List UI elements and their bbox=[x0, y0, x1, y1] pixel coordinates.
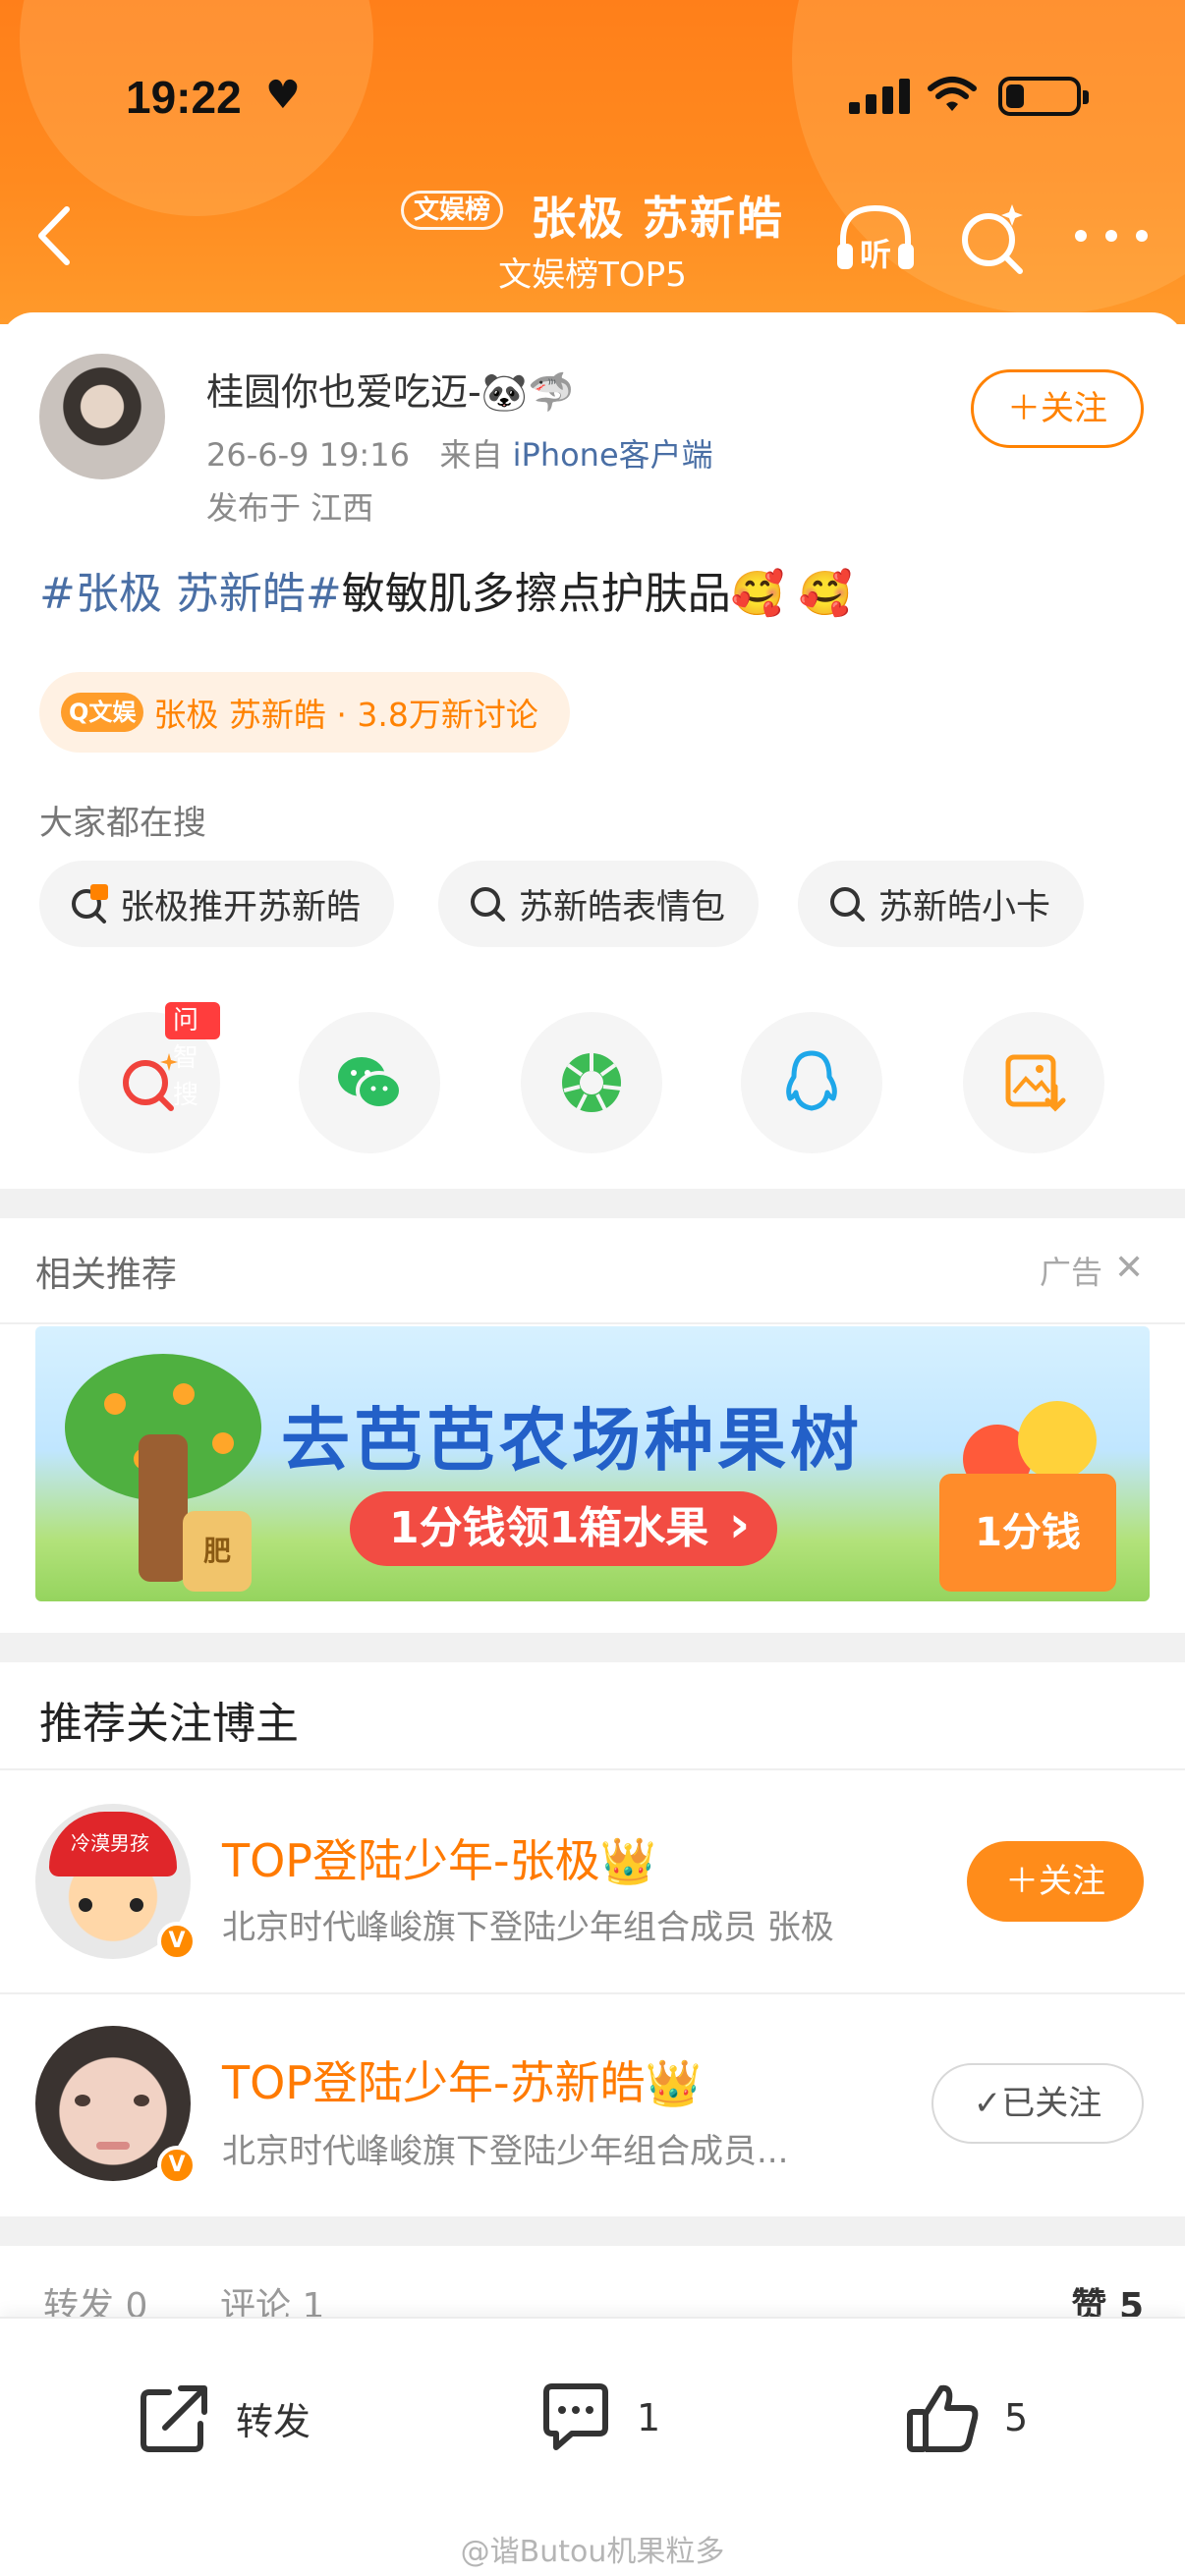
recommend-bloggers-title: 推荐关注博主 bbox=[39, 1699, 299, 1749]
svg-text:听: 听 bbox=[860, 236, 891, 273]
topic-chip[interactable]: Q文娱 张极 苏新皓 · 3.8万新讨论 bbox=[39, 672, 570, 753]
thumbs-up-icon bbox=[907, 2384, 979, 2452]
section-divider bbox=[0, 1633, 1185, 1662]
like-button[interactable]: 5 bbox=[904, 2374, 1028, 2462]
section-divider bbox=[0, 2216, 1185, 2246]
like-count-label: 5 bbox=[1004, 2396, 1029, 2439]
headphones-icon[interactable]: 听 bbox=[833, 202, 918, 275]
post-date: 26-6-9 19:16 bbox=[206, 436, 410, 474]
post-body: #张极 苏新皓#敏敏肌多擦点护肤品🥰 🥰 bbox=[39, 558, 852, 621]
author-name[interactable]: 桂圆你也爱吃迈-🐼🦈 bbox=[206, 362, 574, 416]
ask-search-badge: 问智搜 bbox=[165, 1002, 220, 1110]
page-title: 张极 苏新皓 bbox=[531, 192, 785, 245]
search-suggestion-label: 张极推开苏新皓 bbox=[120, 887, 362, 927]
ad-label: 广告 bbox=[1040, 1254, 1103, 1291]
ranking-badge: 文娱榜 bbox=[401, 191, 504, 230]
wechat-share-button[interactable] bbox=[299, 1012, 440, 1153]
search-icon[interactable] bbox=[957, 198, 1028, 277]
save-image-icon bbox=[1005, 1054, 1066, 1112]
fruit-box: 1分钱 bbox=[939, 1474, 1116, 1592]
fruit-illustration bbox=[1018, 1401, 1097, 1480]
search-icon bbox=[471, 887, 505, 922]
blogger-name[interactable]: TOP登陆少年-苏新皓👑 bbox=[222, 2047, 702, 2112]
signal-icon bbox=[849, 79, 910, 114]
verified-badge: V bbox=[157, 1922, 197, 1961]
hot-search-icon bbox=[72, 884, 108, 924]
followed-button[interactable]: ✓已关注 bbox=[931, 2063, 1144, 2144]
post-location: 发布于 江西 bbox=[206, 489, 374, 527]
ad-cta-button[interactable]: 1分钱领1箱水果 bbox=[350, 1487, 778, 1566]
search-suggestion[interactable]: 苏新皓小卡 bbox=[798, 861, 1085, 947]
search-suggestion[interactable]: 苏新皓表情包 bbox=[438, 861, 760, 947]
search-suggestion[interactable]: 张极推开苏新皓 bbox=[39, 861, 395, 947]
divider bbox=[0, 1992, 1185, 1994]
battery-icon bbox=[998, 77, 1089, 116]
trending-search-title: 大家都在搜 bbox=[39, 804, 206, 843]
fertilizer-bag: 肥 bbox=[183, 1511, 252, 1592]
divider bbox=[0, 1768, 1185, 1770]
like-count[interactable]: 赞 5 bbox=[1071, 2277, 1144, 2319]
blogger-description: 北京时代峰峻旗下登陆少年组合成员... bbox=[222, 2132, 789, 2171]
post-card: 桂圆你也爱吃迈-🐼🦈 26-6-9 19:16 来自 iPhone客户端 发布于… bbox=[0, 312, 1185, 1189]
recommend-title: 相关推荐 bbox=[35, 1255, 178, 1295]
qq-icon bbox=[786, 1050, 837, 1111]
topic-logo: Q文娱 bbox=[61, 693, 144, 732]
repost-button[interactable]: 转发 bbox=[136, 2374, 310, 2462]
comment-count-label: 1 bbox=[637, 2396, 661, 2439]
follow-author-button[interactable]: ＋关注 bbox=[971, 369, 1144, 448]
hashtag-link[interactable]: #张极 苏新皓# bbox=[39, 569, 342, 619]
client-link[interactable]: iPhone客户端 bbox=[513, 436, 713, 474]
repost-count[interactable]: 转发 0 bbox=[43, 2277, 147, 2319]
blogger-name[interactable]: TOP登陆少年-张极👑 bbox=[222, 1825, 656, 1890]
post-meta: 26-6-9 19:16 来自 iPhone客户端 bbox=[206, 430, 713, 476]
moments-share-button[interactable] bbox=[521, 1012, 662, 1153]
status-time: 19:22 bbox=[126, 72, 242, 123]
stats-row: 转发 0 评论 1 赞 5 bbox=[0, 2250, 1185, 2319]
top-header: 19:22 ♥ 文娱榜 张极 苏新皓 文娱榜TOP5 听 bbox=[0, 0, 1185, 324]
ad-banner[interactable]: 肥 去芭芭农场种果树 1分钱领1箱水果 1分钱 bbox=[35, 1326, 1150, 1601]
follow-blogger-button[interactable]: ＋关注 bbox=[967, 1841, 1144, 1922]
blogger-description: 北京时代峰峻旗下登陆少年组合成员 张极 bbox=[222, 1908, 834, 1947]
tree-trunk bbox=[139, 1434, 188, 1582]
author-avatar[interactable] bbox=[39, 354, 165, 479]
topic-label: 张极 苏新皓 · 3.8万新讨论 bbox=[153, 696, 538, 734]
search-suggestion-label: 苏新皓小卡 bbox=[878, 887, 1051, 927]
divider bbox=[0, 1322, 1185, 1324]
post-text: 敏敏肌多擦点护肤品🥰 🥰 bbox=[341, 569, 853, 619]
comment-count[interactable]: 评论 1 bbox=[220, 2277, 324, 2319]
wifi-icon bbox=[928, 77, 977, 111]
section-divider bbox=[0, 1189, 1185, 1218]
close-icon[interactable]: ✕ bbox=[1114, 1248, 1144, 1288]
ask-search-button[interactable]: 问智搜 bbox=[79, 1002, 220, 1153]
ad-title: 去芭芭农场种果树 bbox=[281, 1400, 863, 1481]
qq-share-button[interactable] bbox=[741, 1012, 882, 1153]
comment-icon bbox=[543, 2383, 608, 2450]
comment-button[interactable]: 1 bbox=[536, 2374, 660, 2462]
repost-icon bbox=[141, 2385, 207, 2452]
search-icon bbox=[830, 887, 865, 922]
share-row: 问智搜 bbox=[0, 1002, 1185, 1159]
wechat-icon bbox=[338, 1057, 403, 1110]
watermark: @谐Butou机果粒多 bbox=[460, 2535, 725, 2569]
search-suggestion-label: 苏新皓表情包 bbox=[519, 887, 726, 927]
more-options-button[interactable] bbox=[1075, 218, 1148, 253]
cap-text: 冷漠男孩 bbox=[71, 1831, 149, 1855]
save-image-button[interactable] bbox=[963, 1012, 1104, 1153]
verified-badge: V bbox=[157, 2146, 197, 2185]
repost-label: 转发 bbox=[236, 2399, 311, 2443]
moments-icon bbox=[562, 1053, 622, 1112]
heart-icon: ♥ bbox=[265, 73, 301, 118]
source-prefix: 来自 bbox=[439, 436, 503, 474]
